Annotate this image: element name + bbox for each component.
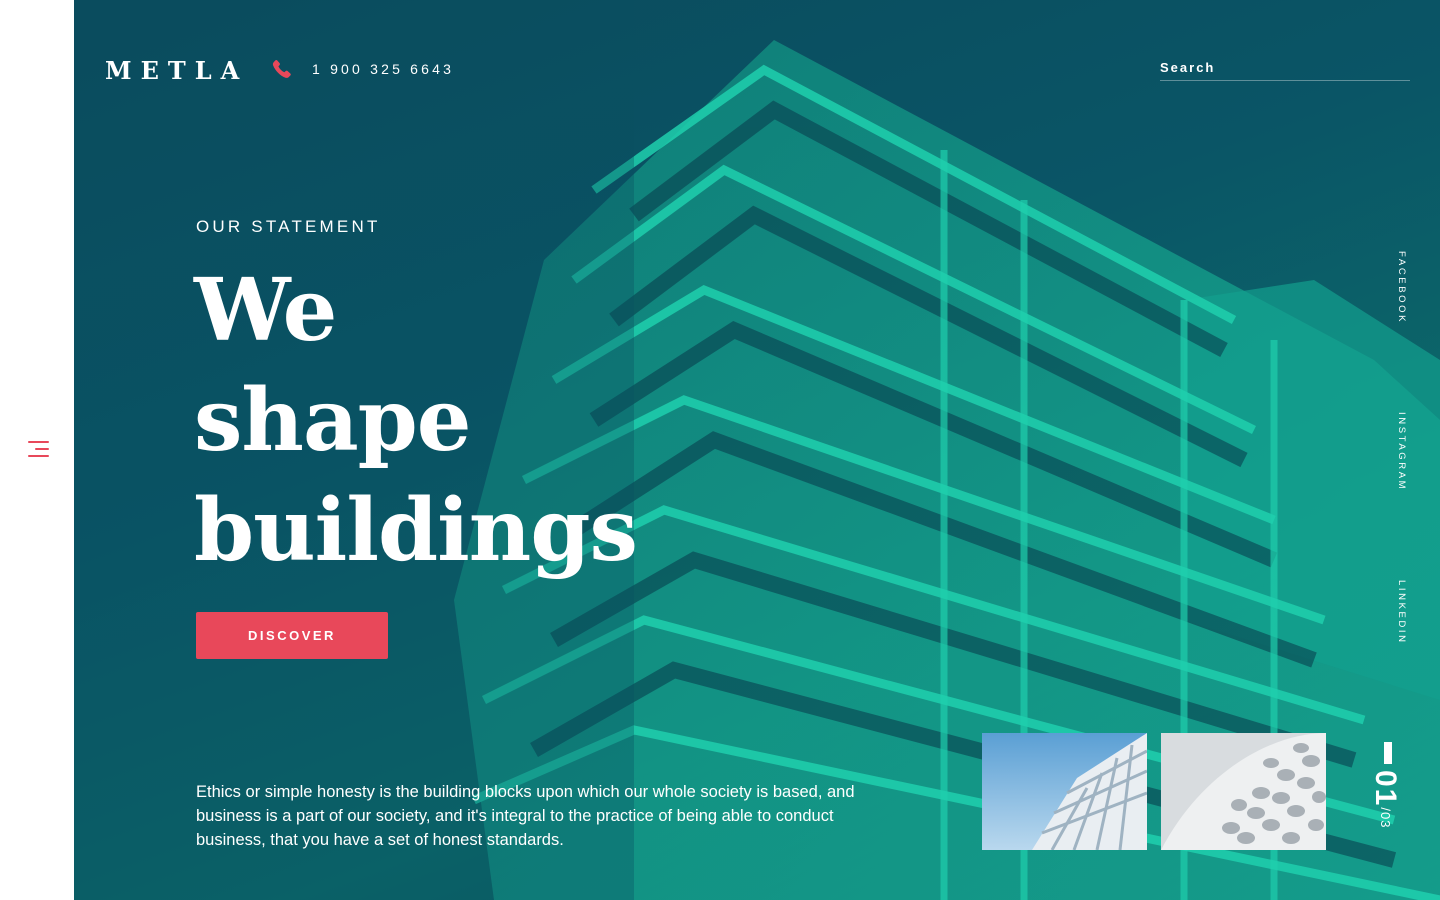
headline-line: shape xyxy=(194,370,472,471)
thumbnail-curved-facade xyxy=(1161,733,1326,850)
slide-counter-total: /03 xyxy=(1378,807,1393,829)
left-rail xyxy=(0,0,74,900)
slide-indicator-bar xyxy=(1384,742,1392,764)
hero-body-text: Ethics or simple honesty is the building… xyxy=(196,783,855,849)
menu-line xyxy=(35,448,49,450)
menu-line xyxy=(28,441,49,443)
hamburger-menu-icon[interactable] xyxy=(27,441,49,459)
headline-line: We xyxy=(194,260,337,361)
social-link-instagram[interactable]: INSTAGRAM xyxy=(1396,412,1407,491)
slide-counter-current: 01 xyxy=(1369,770,1402,808)
brand-logo[interactable]: METLA xyxy=(105,56,248,85)
thumbnail-white-facade xyxy=(982,733,1147,850)
headline-line: buildings xyxy=(194,480,638,581)
social-link-facebook[interactable]: FACEBOOK xyxy=(1396,251,1407,324)
menu-line xyxy=(28,455,49,457)
slide-thumbnail[interactable] xyxy=(982,733,1147,850)
phone-number[interactable]: 1 900 325 6643 xyxy=(312,61,454,77)
slide-counter: 01/03 xyxy=(1368,770,1402,828)
slide-thumbnail[interactable] xyxy=(1161,733,1326,850)
section-eyebrow: OUR STATEMENT xyxy=(196,217,381,236)
hero-headline: We shape buildings xyxy=(194,256,638,586)
search-input[interactable] xyxy=(1160,55,1410,81)
phone-icon xyxy=(272,59,291,78)
discover-button[interactable]: DISCOVER xyxy=(196,612,388,659)
social-link-linkedin[interactable]: LINKEDIN xyxy=(1396,580,1407,645)
